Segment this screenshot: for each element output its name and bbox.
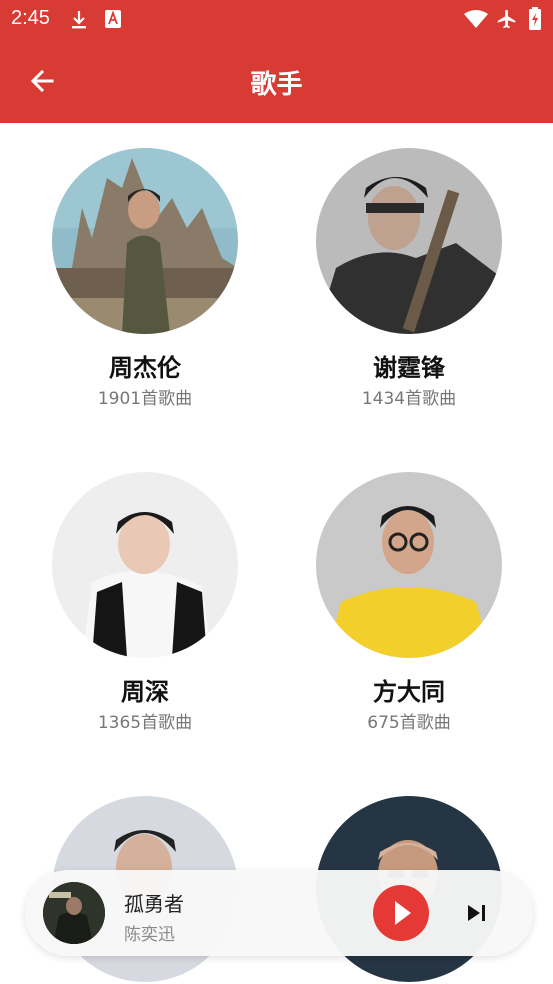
airplane-mode-icon	[497, 9, 516, 29]
wifi-icon	[464, 10, 488, 28]
battery-charging-icon	[529, 7, 541, 30]
artist-avatar	[52, 148, 238, 334]
artist-name: 谢霆锋	[373, 354, 445, 382]
artist-card[interactable]: 周杰伦 1901首歌曲	[15, 148, 275, 418]
screen: 2:45 歌手 周杰伦 1901首歌曲 谢霆锋 1434首歌曲 周深 1365首…	[0, 0, 553, 984]
song-artist: 陈奕迅	[124, 925, 175, 945]
artist-avatar	[52, 472, 238, 658]
artist-avatar	[316, 148, 502, 334]
artist-card[interactable]: 周深 1365首歌曲	[15, 472, 275, 742]
play-icon	[395, 901, 411, 925]
artist-name: 方大同	[373, 678, 445, 706]
artist-song-count: 675首歌曲	[367, 713, 451, 733]
artist-name: 周杰伦	[109, 354, 181, 382]
mini-player[interactable]: 孤勇者 陈奕迅	[25, 870, 533, 956]
play-button[interactable]	[373, 885, 429, 941]
header: 2:45 歌手	[0, 0, 553, 123]
artist-song-count: 1434首歌曲	[361, 389, 457, 409]
song-title: 孤勇者	[124, 892, 184, 916]
page-title: 歌手	[250, 70, 303, 100]
album-cover[interactable]	[43, 882, 105, 944]
artist-card[interactable]: 谢霆锋 1434首歌曲	[279, 148, 539, 418]
artist-song-count: 1365首歌曲	[97, 713, 193, 733]
artist-name: 周深	[121, 678, 169, 706]
skip-next-icon[interactable]	[462, 898, 492, 928]
artist-card[interactable]: 方大同 675首歌曲	[279, 472, 539, 742]
artist-song-count: 1901首歌曲	[97, 389, 193, 409]
text-a-icon	[105, 10, 121, 28]
artist-avatar	[316, 472, 502, 658]
app-bar: 歌手	[0, 44, 553, 120]
status-time: 2:45	[11, 7, 50, 29]
status-bar: 2:45	[0, 0, 553, 40]
download-icon	[72, 11, 86, 29]
